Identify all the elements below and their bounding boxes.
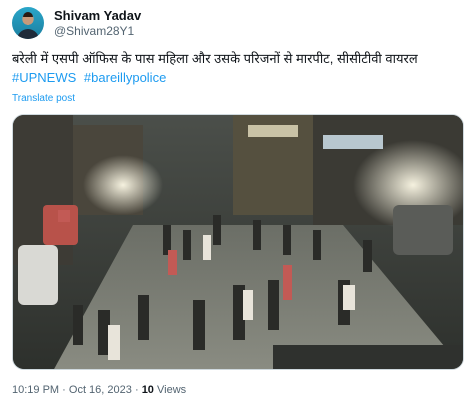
cctv-frame xyxy=(13,115,463,369)
light-glow-left xyxy=(83,155,163,215)
tweet-card[interactable]: Shivam Yadav @Shivam28Y1 बरेली में एसपी … xyxy=(0,0,475,406)
post-date[interactable]: Oct 16, 2023 xyxy=(69,384,132,396)
views-count: 10 xyxy=(141,384,154,396)
views-label: Views xyxy=(157,384,187,396)
avatar-hair xyxy=(23,12,33,17)
hashtag-bareillypolice[interactable]: #bareillypolice xyxy=(84,70,166,85)
meta-separator: · xyxy=(134,384,139,396)
avatar[interactable] xyxy=(12,7,44,39)
hashtag-upnews[interactable]: #UPNEWS xyxy=(12,70,76,85)
avatar-shoulders xyxy=(17,29,39,39)
translate-post-link[interactable]: Translate post xyxy=(12,93,75,104)
meta-separator: · xyxy=(62,384,66,396)
handle[interactable]: @Shivam28Y1 xyxy=(54,24,134,38)
shop-sign-2 xyxy=(248,125,298,137)
media-video[interactable] xyxy=(12,114,464,370)
vehicle-right xyxy=(393,205,453,255)
display-name[interactable]: Shivam Yadav xyxy=(54,8,141,23)
tweet-text: बरेली में एसपी ऑफिस के पास महिला और उसके… xyxy=(12,51,418,66)
post-time[interactable]: 10:19 PM xyxy=(12,384,59,396)
car-left xyxy=(18,245,58,305)
vehicle-bottom xyxy=(273,345,463,369)
tweet-meta: 10:19 PM · Oct 16, 2023 · 10 Views xyxy=(12,384,186,396)
hashtag-list: #UPNEWS #bareillypolice xyxy=(12,69,170,87)
shop-sign xyxy=(323,135,383,149)
